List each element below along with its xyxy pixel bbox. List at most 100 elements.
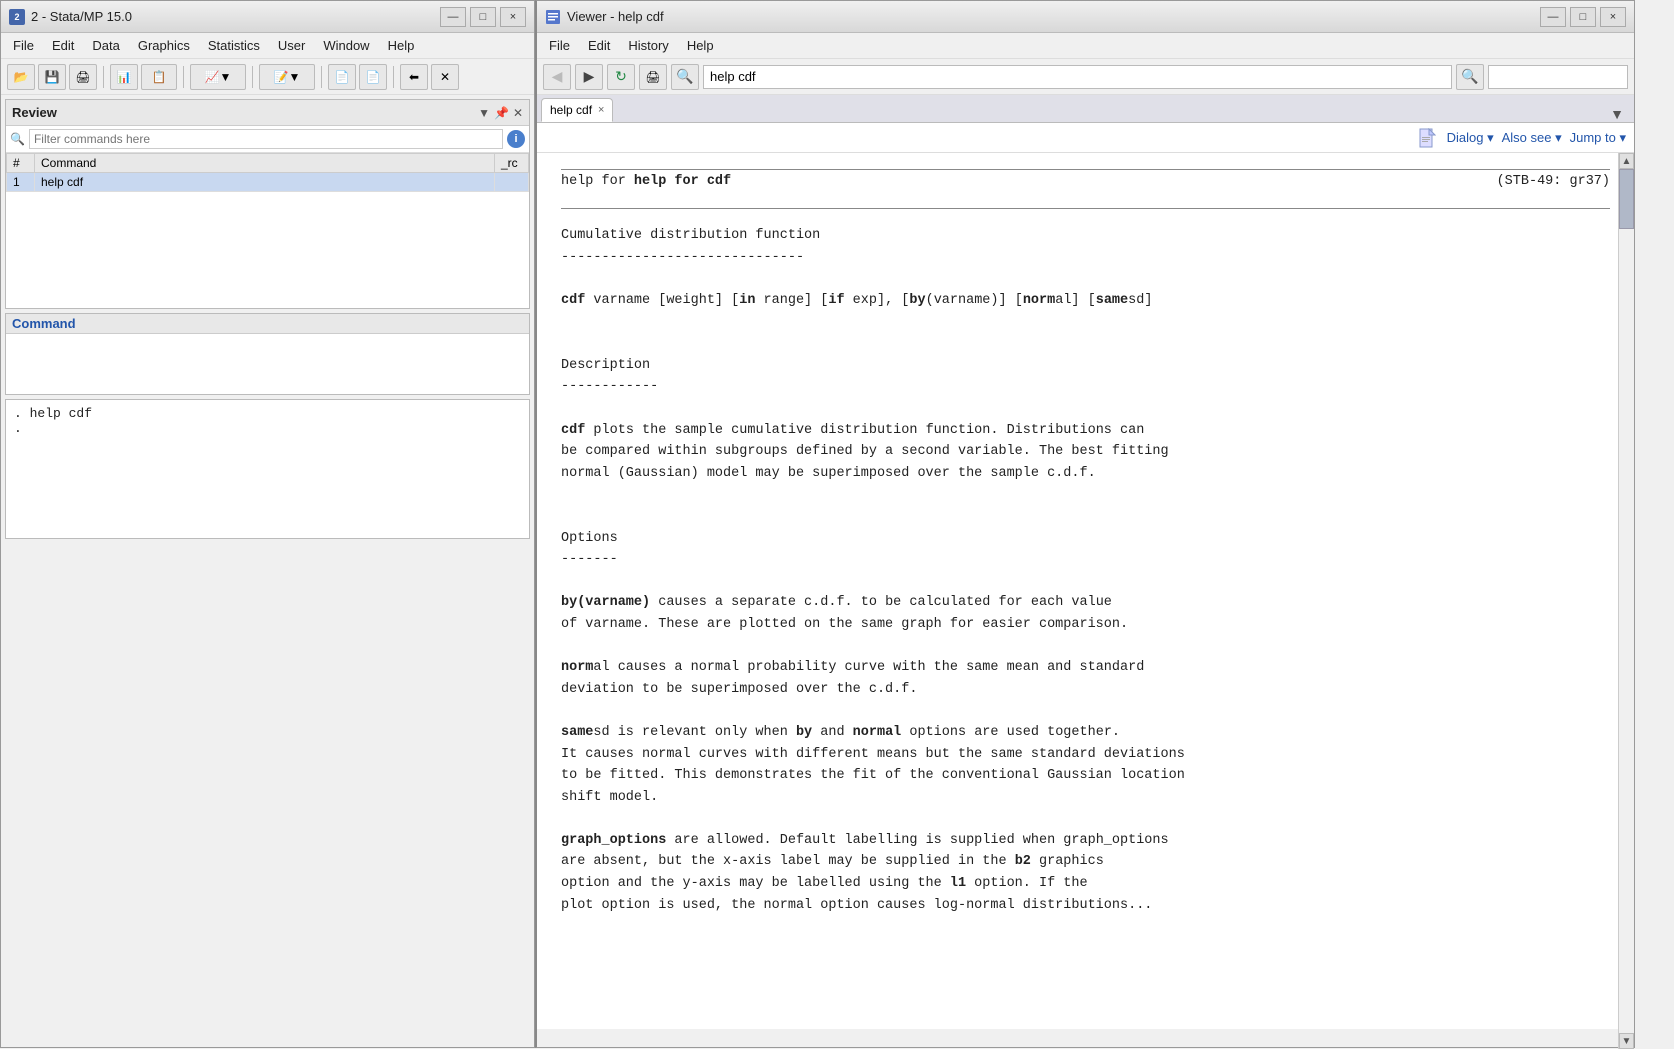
review-header: Review ▼ 📌 ✕: [6, 100, 529, 126]
scrollbar-thumb[interactable]: [1619, 169, 1634, 229]
viewer-content[interactable]: help for help for cdf (STB-49: gr37) Cum…: [537, 153, 1634, 1029]
col-rc-header: _rc: [495, 154, 529, 173]
help-text-body: Cumulative distribution function -------…: [561, 225, 1610, 916]
review-pin-icon[interactable]: 📌: [494, 106, 509, 120]
viewer-maximize-btn[interactable]: □: [1570, 7, 1596, 27]
stata-titlebar: 2 2 - Stata/MP 15.0 — □ ×: [1, 1, 534, 33]
menu-data[interactable]: Data: [84, 36, 127, 55]
viewer-tab-bar: help cdf × ▼: [537, 95, 1634, 123]
viewer-window-controls: — □ ×: [1540, 7, 1626, 27]
filter-row: 🔍 i: [6, 126, 529, 153]
results-more2-btn[interactable]: 📄: [359, 64, 387, 90]
data-editor-btn[interactable]: 📊: [110, 64, 138, 90]
dialog-dropdown[interactable]: Dialog ▾: [1447, 130, 1494, 146]
results-more-btn[interactable]: 📄: [328, 64, 356, 90]
jump-to-link[interactable]: Jump to ▾: [1570, 130, 1626, 146]
filter-input[interactable]: [29, 129, 503, 149]
help-options-header: Options: [561, 531, 618, 546]
toolbar-sep4: [321, 66, 322, 88]
menu-statistics[interactable]: Statistics: [200, 36, 268, 55]
command-area: Command: [5, 313, 530, 395]
review-icons: ▼ 📌 ✕: [478, 106, 523, 120]
review-close-icon[interactable]: ✕: [513, 106, 523, 120]
table-row[interactable]: 1 help cdf: [7, 173, 529, 192]
stata-minimize-btn[interactable]: —: [440, 7, 466, 27]
review-title: Review: [12, 105, 472, 120]
help-title-row: help for help for cdf (STB-49: gr37): [561, 172, 1610, 192]
scrollbar-down-btn[interactable]: ▼: [1619, 1033, 1634, 1049]
viewer-title: Viewer - help cdf: [567, 9, 1534, 24]
stata-toolbar: 📂 💾 🖨 📊 📋 📈▼ 📝▼ 📄 📄 ⬅ ✕: [1, 59, 534, 95]
help-top-rule: [561, 169, 1610, 170]
jump-to-dropdown[interactable]: Jump to ▾: [1570, 130, 1626, 146]
viewer-find-btn[interactable]: 🔍: [1456, 64, 1484, 90]
col-num-header: #: [7, 154, 35, 173]
stata-window-controls: — □ ×: [440, 7, 526, 27]
also-see-link[interactable]: Also see ▾: [1502, 130, 1562, 146]
menu-edit[interactable]: Edit: [44, 36, 82, 55]
menu-user[interactable]: User: [270, 36, 313, 55]
command-label: Command: [6, 314, 529, 334]
tab-label: help cdf: [550, 103, 592, 117]
viewer-menu-history[interactable]: History: [620, 36, 676, 55]
viewer-icon: [545, 9, 561, 25]
viewer-titlebar: Viewer - help cdf — □ ×: [537, 1, 1634, 33]
viewer-menu-help[interactable]: Help: [679, 36, 722, 55]
command-input[interactable]: [6, 334, 529, 394]
viewer-search-btn[interactable]: 🔍: [671, 64, 699, 90]
viewer-minimize-btn[interactable]: —: [1540, 7, 1566, 27]
stata-close-btn[interactable]: ×: [500, 7, 526, 27]
stata-app-icon: 2: [9, 9, 25, 25]
doc-icon: [1415, 126, 1439, 150]
viewer-actionbar: Dialog ▾ Also see ▾ Jump to ▾: [537, 123, 1634, 153]
viewer-refresh-btn[interactable]: ↻: [607, 64, 635, 90]
do-file-btn[interactable]: 📝▼: [259, 64, 315, 90]
tab-close-btn[interactable]: ×: [598, 104, 604, 116]
review-filter-icon[interactable]: ▼: [478, 106, 490, 120]
menu-graphics[interactable]: Graphics: [130, 36, 198, 55]
stata-menubar: File Edit Data Graphics Statistics User …: [1, 33, 534, 59]
graph-btn[interactable]: 📈▼: [190, 64, 246, 90]
viewer-print-btn[interactable]: 🖨: [639, 64, 667, 90]
filter-info-btn[interactable]: i: [507, 130, 525, 148]
stop-btn[interactable]: ✕: [431, 64, 459, 90]
menu-help[interactable]: Help: [380, 36, 423, 55]
stata-title: 2 - Stata/MP 15.0: [31, 9, 434, 24]
help-title-right: (STB-49: gr37): [1497, 172, 1610, 192]
review-panel: Review ▼ 📌 ✕ 🔍 i # Command _rc: [5, 99, 530, 309]
scrollbar-track: [1619, 169, 1634, 1033]
help-desc-header: Description: [561, 358, 650, 373]
viewer-close-btn[interactable]: ×: [1600, 7, 1626, 27]
viewer-menu-edit[interactable]: Edit: [580, 36, 618, 55]
toolbar-sep5: [393, 66, 394, 88]
save-btn[interactable]: 💾: [38, 64, 66, 90]
also-see-dropdown[interactable]: Also see ▾: [1502, 130, 1562, 146]
results-prompt: . help cdf: [14, 406, 521, 421]
viewer-scrollbar[interactable]: ▲ ▼: [1618, 153, 1634, 1049]
viewer-address-bar[interactable]: [703, 65, 1452, 89]
filter-search-icon: 🔍: [10, 132, 25, 146]
viewer-window: Viewer - help cdf — □ × File Edit Histor…: [535, 0, 1635, 1048]
print-btn[interactable]: 🖨: [69, 64, 97, 90]
col-command-header: Command: [35, 154, 495, 173]
tab-dropdown-btn[interactable]: ▼: [1604, 106, 1630, 122]
tab-help-cdf[interactable]: help cdf ×: [541, 98, 613, 122]
data-browser-btn[interactable]: 📋: [141, 64, 177, 90]
menu-file[interactable]: File: [5, 36, 42, 55]
viewer-search-input[interactable]: [1488, 65, 1628, 89]
back-btn[interactable]: ⬅: [400, 64, 428, 90]
menu-window[interactable]: Window: [315, 36, 377, 55]
viewer-menu-file[interactable]: File: [541, 36, 578, 55]
viewer-forward-btn[interactable]: ▶: [575, 64, 603, 90]
viewer-menubar: File Edit History Help: [537, 33, 1634, 59]
viewer-back-btn[interactable]: ◀: [543, 64, 571, 90]
dialog-link[interactable]: Dialog ▾: [1447, 130, 1494, 146]
stata-main-window: 2 2 - Stata/MP 15.0 — □ × File Edit Data…: [0, 0, 535, 1048]
open-btn[interactable]: 📂: [7, 64, 35, 90]
command-table: # Command _rc 1 help cdf: [6, 153, 529, 192]
row-rc: [495, 173, 529, 192]
viewer-toolbar: ◀ ▶ ↻ 🖨 🔍 🔍: [537, 59, 1634, 95]
scrollbar-up-btn[interactable]: ▲: [1619, 153, 1634, 169]
help-bottom-rule: [561, 208, 1610, 209]
stata-maximize-btn[interactable]: □: [470, 7, 496, 27]
